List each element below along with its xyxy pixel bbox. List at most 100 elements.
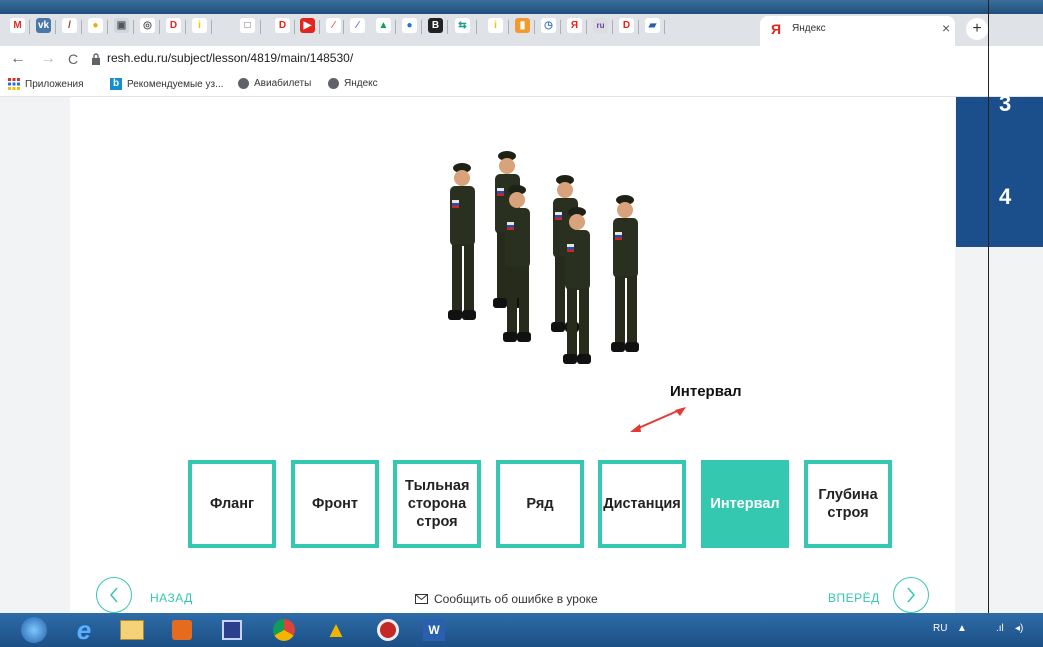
- explorer-icon[interactable]: [110, 616, 154, 644]
- forward-arrow-icon[interactable]: →: [40, 50, 56, 68]
- media-icon[interactable]: [160, 616, 204, 644]
- tab-separator: [476, 20, 477, 34]
- term-card[interactable]: Фронт: [291, 460, 379, 548]
- tab-bar: M vk / ● ▣ ◎ D i □ D ▶ ∕ ∕ ▲ ● B ⇆ i ▮ ◷…: [0, 14, 1043, 46]
- new-tab-button[interactable]: +: [966, 18, 988, 40]
- info-icon[interactable]: i: [192, 18, 207, 33]
- forward-button[interactable]: [893, 577, 929, 613]
- clock-icon[interactable]: ◷: [541, 18, 556, 33]
- interval-label: Интервал: [670, 383, 742, 400]
- screen-divider-line: [988, 0, 989, 647]
- tab-separator: [508, 20, 509, 34]
- tab-separator: [447, 20, 448, 34]
- term-card-label: Интервал: [710, 496, 780, 512]
- tab-separator: [294, 20, 295, 34]
- pdf-icon[interactable]: ∕: [350, 18, 365, 33]
- screen-icon[interactable]: □: [240, 18, 255, 33]
- bookmark-recommended[interactable]: b Рекомендуемые уз...: [110, 78, 223, 90]
- side-number[interactable]: 3: [999, 91, 1011, 117]
- term-card-label: Фланг: [209, 496, 255, 512]
- tab-separator: [664, 20, 665, 34]
- term-card-label: Ряд: [526, 496, 554, 512]
- tab-separator: [260, 20, 261, 34]
- term-card[interactable]: Тыльная сторона строя: [393, 460, 481, 548]
- tab-separator: [560, 20, 561, 34]
- term-card-label: Фронт: [312, 496, 358, 512]
- apps-icon: [8, 78, 20, 90]
- forward-label[interactable]: ВПЕРЁД: [828, 591, 880, 605]
- pen-icon[interactable]: /: [62, 18, 77, 33]
- bookmark-apps[interactable]: Приложения: [8, 78, 84, 90]
- tab-separator: [159, 20, 160, 34]
- pdf-icon[interactable]: ∕: [326, 18, 341, 33]
- chevron-right-icon: [907, 587, 915, 603]
- network-icon[interactable]: .ıl: [996, 623, 1004, 634]
- info-icon[interactable]: i: [488, 18, 503, 33]
- yandex-icon: Я: [771, 21, 782, 37]
- bookmark-tickets[interactable]: Авиабилеты: [238, 78, 311, 89]
- tab-separator: [29, 20, 30, 34]
- soldier-figure: [611, 195, 639, 352]
- start-orb-icon[interactable]: [12, 616, 56, 644]
- volume-icon[interactable]: ◂): [1015, 623, 1023, 634]
- vk-icon[interactable]: vk: [36, 18, 51, 33]
- term-card-label: Тыльная сторона строя: [405, 478, 470, 530]
- swap-icon[interactable]: ⇆: [455, 18, 470, 33]
- bookmark-label: Приложения: [25, 78, 84, 90]
- bookmark-label: Яндекс: [344, 78, 378, 89]
- term-card-selected[interactable]: Интервал: [701, 460, 789, 548]
- image-icon[interactable]: ▣: [114, 18, 129, 33]
- youtube-icon[interactable]: ▶: [300, 18, 315, 33]
- tab-separator: [319, 20, 320, 34]
- tab-separator: [586, 20, 587, 34]
- yandex-d-icon[interactable]: D: [275, 18, 290, 33]
- term-card[interactable]: Дистанция: [598, 460, 686, 548]
- tab-separator: [185, 20, 186, 34]
- tab-separator: [534, 20, 535, 34]
- save-icon[interactable]: [210, 616, 254, 644]
- chrome-icon[interactable]: ◎: [140, 18, 155, 33]
- globe-icon: [238, 78, 249, 89]
- gmail-icon[interactable]: M: [10, 18, 25, 33]
- report-error-label: Сообщить об ошибке в уроке: [434, 592, 598, 606]
- term-card[interactable]: Фланг: [188, 460, 276, 548]
- bing-icon: b: [110, 78, 122, 90]
- chrome-icon[interactable]: [262, 616, 306, 644]
- yandex-d-icon[interactable]: D: [166, 18, 181, 33]
- reload-icon[interactable]: C: [68, 51, 78, 67]
- back-label[interactable]: НАЗАД: [150, 591, 193, 605]
- term-card[interactable]: Глубина строя: [804, 460, 892, 548]
- windows-taskbar: e ▲ W: [0, 613, 1043, 647]
- bookmark-yandex[interactable]: Яндекс: [328, 78, 378, 89]
- yandex-d-icon[interactable]: D: [619, 18, 634, 33]
- back-button[interactable]: [96, 577, 132, 613]
- tray-expand-icon[interactable]: ▲: [957, 623, 967, 634]
- tab-separator: [343, 20, 344, 34]
- ie-icon[interactable]: e: [62, 615, 106, 645]
- term-card[interactable]: Ряд: [496, 460, 584, 548]
- bookmark-label: Рекомендуемые уз...: [127, 78, 224, 90]
- lock-icon: [92, 53, 100, 65]
- back-arrow-icon[interactable]: ←: [10, 50, 26, 68]
- orange-icon[interactable]: ▮: [515, 18, 530, 33]
- close-tab-icon[interactable]: ×: [942, 20, 950, 36]
- report-error-link[interactable]: Сообщить об ошибке в уроке: [415, 592, 598, 606]
- language-indicator[interactable]: RU: [933, 623, 947, 634]
- drive-icon[interactable]: ▲: [376, 18, 391, 33]
- yandex-icon[interactable]: Я: [567, 18, 582, 33]
- active-tab-title: Яндекс: [792, 23, 826, 34]
- b-icon[interactable]: B: [428, 18, 443, 33]
- tab-separator: [421, 20, 422, 34]
- maps-icon[interactable]: ●: [402, 18, 417, 33]
- opera-icon[interactable]: [366, 616, 410, 644]
- term-card-label: Глубина строя: [818, 487, 878, 521]
- paint-icon[interactable]: ●: [88, 18, 103, 33]
- book-icon[interactable]: ▰: [645, 18, 660, 33]
- doc-icon[interactable]: ru: [593, 18, 608, 33]
- drive-icon[interactable]: ▲: [314, 616, 358, 644]
- tab-separator: [395, 20, 396, 34]
- side-number[interactable]: 4: [999, 184, 1011, 210]
- url-field[interactable]: resh.edu.ru/subject/lesson/4819/main/148…: [107, 51, 353, 65]
- active-tab[interactable]: Я Яндекс ×: [760, 16, 955, 46]
- word-icon[interactable]: W: [412, 616, 456, 644]
